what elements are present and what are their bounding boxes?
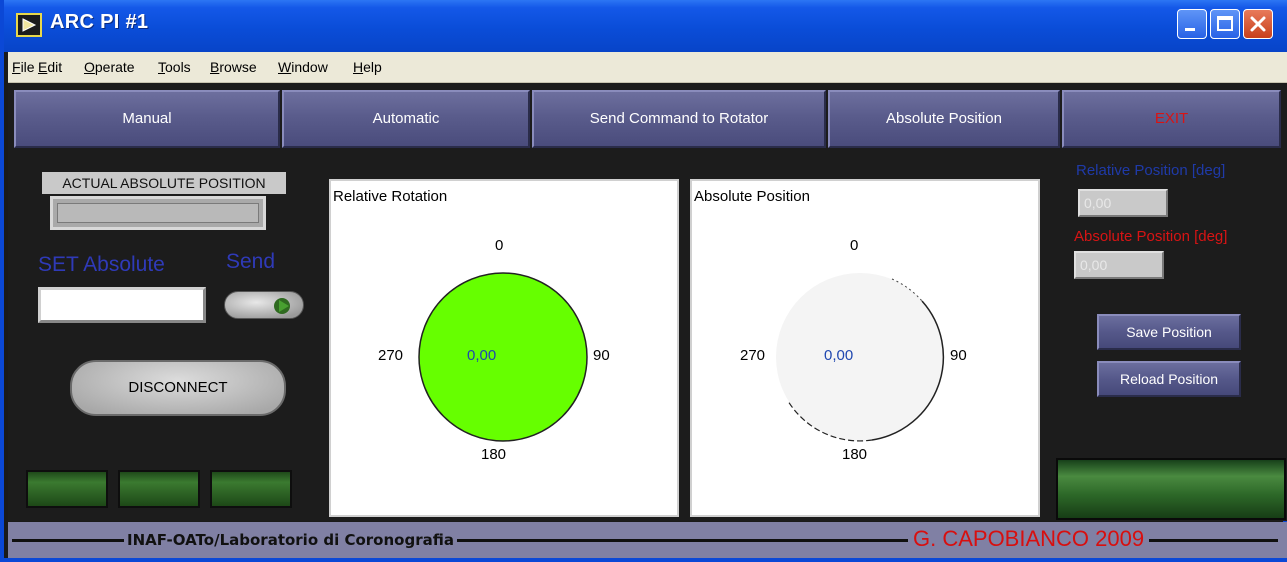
actual-absolute-position-label: ACTUAL ABSOLUTE POSITION [42,172,286,194]
exit-button[interactable]: EXIT [1062,90,1281,148]
reload-position-button[interactable]: Reload Position [1097,361,1241,397]
relative-label-top: 0 [495,237,504,254]
status-led-1 [26,470,108,508]
set-absolute-label: SET Absolute [38,253,165,276]
absolute-label-right: 90 [950,347,967,364]
close-button[interactable] [1243,9,1273,39]
disconnect-button[interactable]: DISCONNECT [70,360,286,416]
menu-edit-label: Edit [38,59,63,75]
absolute-label-bottom: 180 [842,446,868,463]
menu-file-label: File [12,59,35,75]
maximize-button[interactable] [1210,9,1240,39]
footer-author-credit: G. CAPOBIANCO 2009 [908,526,1150,552]
relative-label-right: 90 [593,347,610,364]
menu-help[interactable]: Help [353,59,382,75]
main-window: ARC PI #1 File Edit Operate Tools Browse… [0,0,1287,562]
absolute-label-top: 0 [850,237,859,254]
absolute-position-deg-label: Absolute Position [deg] [1074,228,1228,245]
status-led-3 [210,470,292,508]
menu-bar: File Edit Operate Tools Browse Window He… [8,52,1287,83]
actual-absolute-position-value [57,203,259,223]
relative-position-field[interactable]: 0,00 [1078,189,1168,217]
send-label: Send [226,250,276,273]
manual-button[interactable]: Manual [14,90,280,148]
status-indicator-led [1056,458,1286,520]
save-position-button[interactable]: Save Position [1097,314,1241,350]
absolute-label-left: 270 [740,347,766,364]
menu-browse[interactable]: Browse [210,59,257,75]
menu-file[interactable]: File [12,59,35,75]
relative-label-bottom: 180 [481,446,507,463]
nav-bar: Manual Automatic Send Command to Rotator… [14,90,1281,150]
absolute-position-dial: Absolute Position 0 90 180 270 0,00 [690,179,1040,517]
automatic-button[interactable]: Automatic [282,90,530,148]
menu-operate-label: Operate [84,59,135,75]
set-absolute-input[interactable] [38,287,206,323]
menu-tools-label: Tools [158,59,191,75]
send-arrow-icon [274,298,290,314]
send-command-button[interactable]: Send Command to Rotator [532,90,826,148]
menu-operate[interactable]: Operate [84,59,135,75]
menu-help-label: Help [353,59,382,75]
menu-window-label: Window [278,59,328,75]
menu-window[interactable]: Window [278,59,328,75]
title-bar[interactable]: ARC PI #1 [4,0,1287,52]
menu-edit[interactable]: Edit [38,59,62,75]
relative-position-label: Relative Position [deg] [1076,162,1226,179]
send-toggle-button[interactable] [224,291,304,319]
absolute-position-value: 0,00 [824,347,854,364]
menu-browse-label: Browse [210,59,257,75]
actual-absolute-position-display [50,196,266,230]
status-led-2 [118,470,200,508]
relative-rotation-dial: Relative Rotation 0 90 180 270 0,00 [329,179,679,517]
labview-app-icon[interactable] [16,13,42,37]
absolute-position-button[interactable]: Absolute Position [828,90,1060,148]
footer-lab-credit: INAF-OATo/Laboratorio di Coronografia [124,531,457,549]
window-title: ARC PI #1 [50,11,149,33]
footer-bar: INAF-OATo/Laboratorio di Coronografia G.… [8,522,1287,558]
relative-rotation-value: 0,00 [467,347,497,364]
minimize-button[interactable] [1177,9,1207,39]
relative-label-left: 270 [378,347,404,364]
absolute-position-field[interactable]: 0,00 [1074,251,1164,279]
menu-tools[interactable]: Tools [158,59,191,75]
